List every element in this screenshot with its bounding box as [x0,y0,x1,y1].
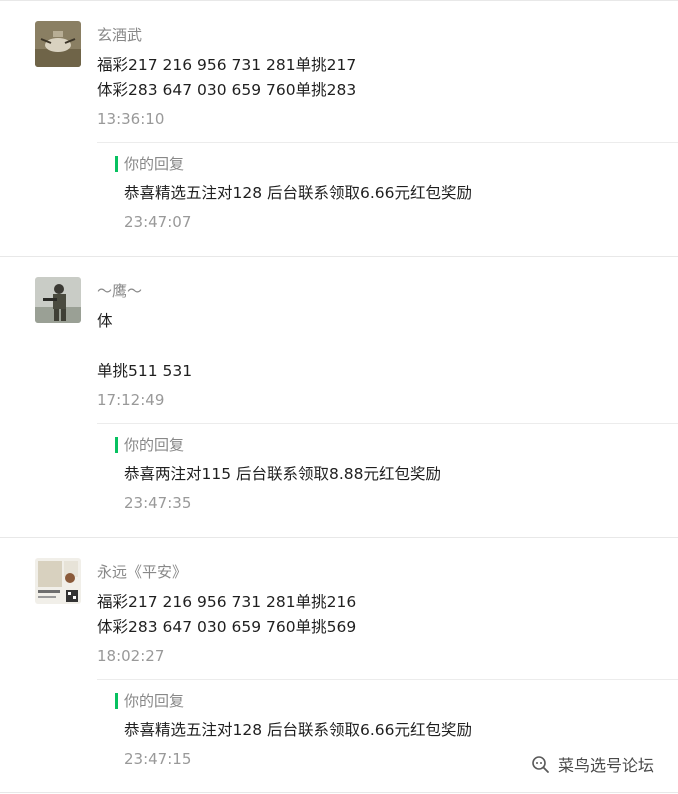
reply-divider [97,679,678,680]
comment-author: 永远《平安》 [97,563,188,581]
avatar[interactable] [35,558,81,604]
comment-line: 体彩283 647 030 659 760单挑569 [97,618,357,636]
reply-label: 你的回复 [124,692,185,710]
reply-time: 23:47:15 [124,750,192,768]
comment-item: 永远《平安》 福彩217 216 956 731 281单挑216 体彩283 … [0,0,678,794]
reply-text: 恭喜精选五注对128 后台联系领取6.66元红包奖励 [124,721,473,739]
reply-accent-bar [115,693,118,709]
comment-line: 福彩217 216 956 731 281单挑216 [97,593,357,611]
divider [0,792,678,793]
watermark: 菜鸟选号论坛 [530,752,654,776]
watermark-text: 菜鸟选号论坛 [558,756,655,775]
comment-time: 18:02:27 [97,647,165,665]
wechat-search-icon [532,756,549,773]
